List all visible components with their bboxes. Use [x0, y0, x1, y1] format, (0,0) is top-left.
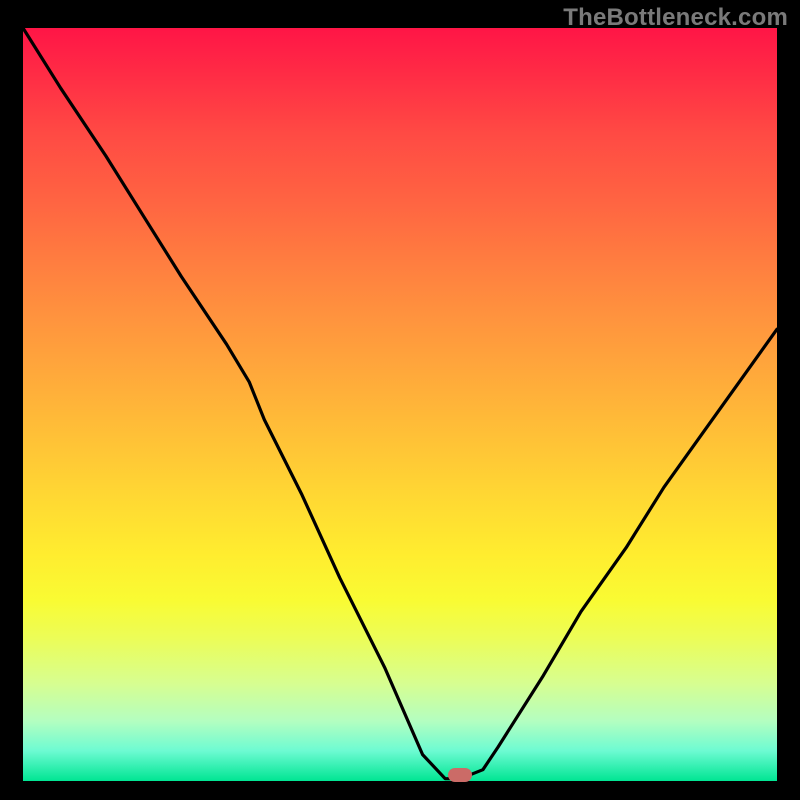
chart-frame: TheBottleneck.com	[0, 0, 800, 800]
watermark-text: TheBottleneck.com	[563, 4, 788, 32]
optimal-point-marker	[448, 768, 472, 782]
bottleneck-curve	[23, 28, 777, 781]
curve-path	[23, 28, 777, 779]
